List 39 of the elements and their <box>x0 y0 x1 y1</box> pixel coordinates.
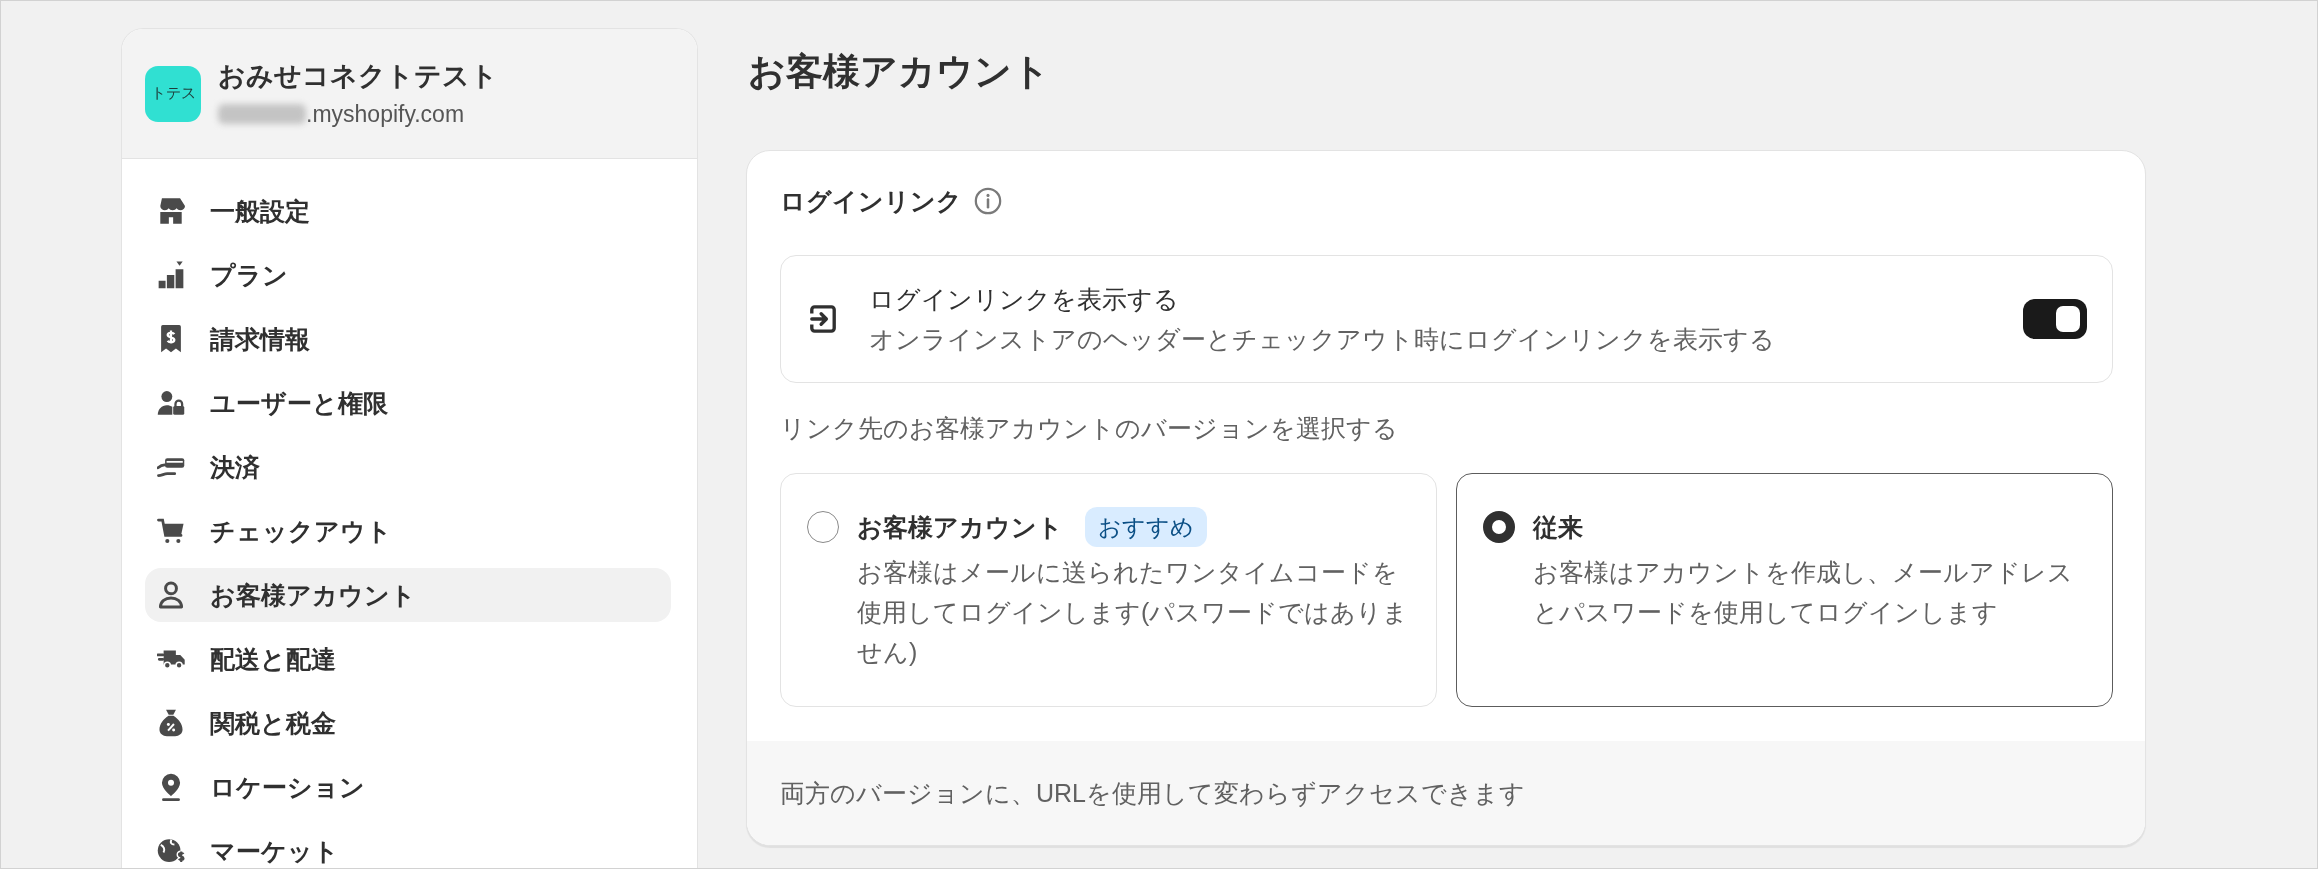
rising-bars-icon <box>157 261 185 289</box>
recommended-badge: おすすめ <box>1085 507 1207 547</box>
footer-note: 両方のバージョンに、URLを使用して変わらずアクセスできます <box>780 779 1525 807</box>
sidebar-item[interactable]: 関税と税金 <box>157 696 336 750</box>
sidebar-item[interactable]: マーケット <box>157 824 339 868</box>
toggle-description: オンラインストアのヘッダーとチェックアウト時にログインリンクを表示する <box>869 324 1776 355</box>
arrow-into-box-icon <box>809 305 837 333</box>
toggle-switch[interactable] <box>2023 299 2087 339</box>
money-bag-percent-icon <box>157 709 185 737</box>
person-icon <box>157 581 185 609</box>
option-title: 従来 <box>1533 512 1583 543</box>
sidebar-item[interactable]: プラン <box>157 248 288 302</box>
radio-button[interactable] <box>807 511 839 543</box>
store-icon <box>157 197 185 225</box>
sidebar-item[interactable]: ユーザーと権限 <box>157 376 388 430</box>
sidebar-item[interactable]: 請求情報 <box>157 312 310 366</box>
section-heading: ログインリンク <box>780 186 962 216</box>
option-title: お客様アカウント <box>857 512 1063 543</box>
option-card[interactable]: 従来 お客様はアカウントを作成し、メールアドレスとパスワードを使用してログインします <box>1456 473 2113 707</box>
option-description: お客様はメールに送られたワンタイムコードを使用してログインします(パスワードではありません) <box>857 557 1410 668</box>
sidebar-item[interactable]: チェックアウト <box>157 504 392 558</box>
radio-button[interactable] <box>1483 511 1515 543</box>
sidebar-item[interactable]: ロケーション <box>157 760 365 814</box>
cart-icon <box>157 517 185 545</box>
sidebar-item[interactable]: 配送と配達 <box>157 632 336 686</box>
sidebar-item[interactable]: お客様アカウント <box>145 568 671 622</box>
store-domain: .myshopify.com <box>306 99 465 129</box>
option-description: お客様はアカウントを作成し、メールアドレスとパスワードを使用してログインします <box>1533 557 2074 628</box>
user-lock-icon <box>157 389 185 417</box>
info-icon[interactable] <box>974 187 1002 215</box>
store-avatar: トテス <box>145 65 201 122</box>
version-prompt: リンク先のお客様アカウントのバージョンを選択する <box>780 413 1399 444</box>
store-name: おみせコネクトテスト <box>218 59 498 93</box>
sidebar-item[interactable]: 決済 <box>157 440 260 494</box>
option-card[interactable]: お客様アカウント おすすめ お客様はメールに送られたワンタイムコードを使用してログインします(パスワードではありません) <box>780 473 1437 707</box>
page-title: お客様アカウント <box>748 50 1051 94</box>
globe-dollar-icon <box>157 837 185 865</box>
toggle-title: ログインリンクを表示する <box>869 284 1180 315</box>
sidebar-item[interactable]: 一般設定 <box>157 184 310 238</box>
